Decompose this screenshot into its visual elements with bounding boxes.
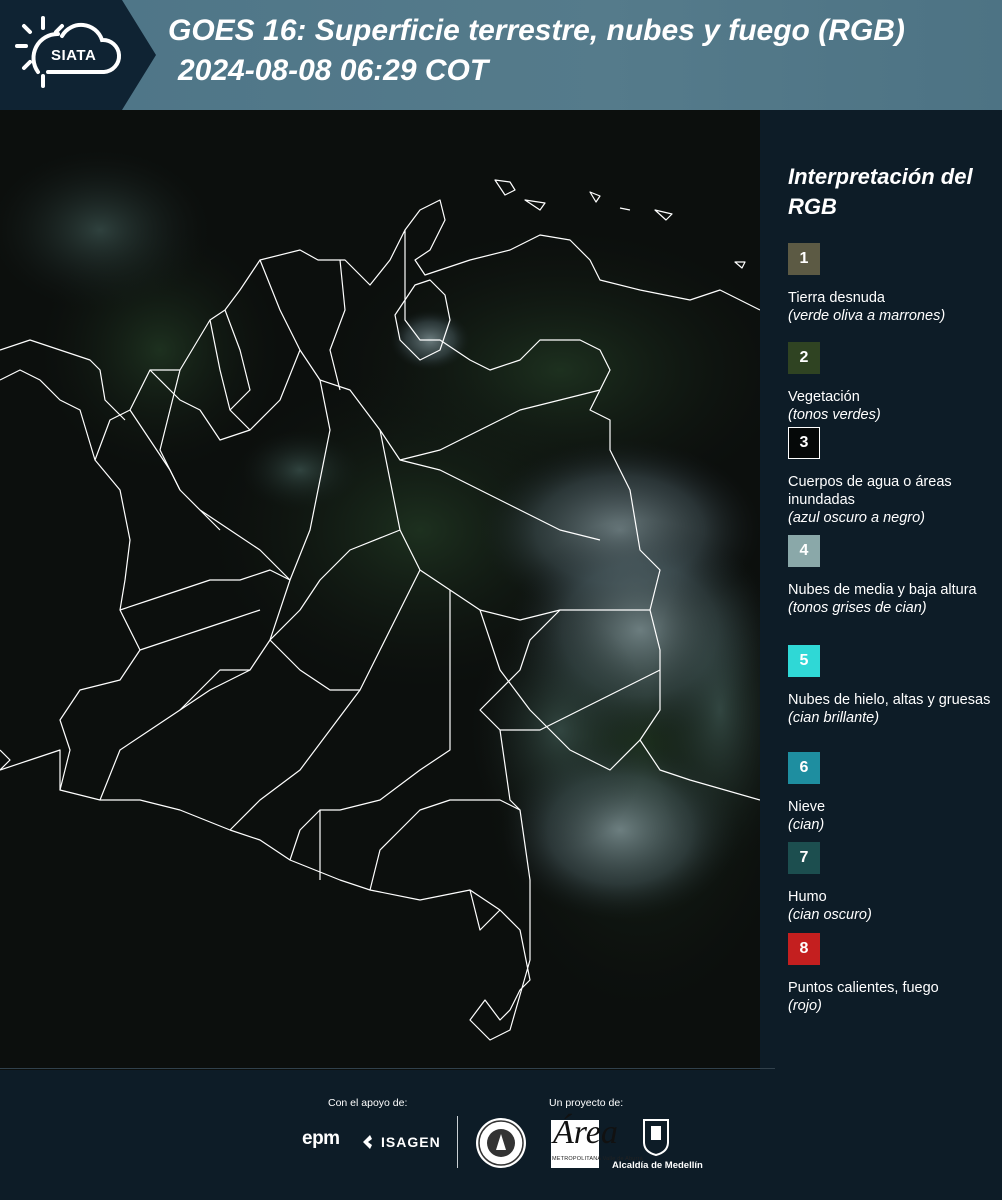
legend-panel: Interpretación del RGB 1 Tierra desnuda (v…	[770, 110, 1002, 1068]
legend-label: Vegetación	[788, 389, 860, 405]
legend-sublabel: (verde oliva a marrones)	[788, 308, 946, 324]
legend-swatch: 1	[788, 243, 820, 275]
legend-label: Nubes de media y baja altura	[788, 582, 977, 598]
header: SIATA GOES 16: Superficie terrestre, nub…	[0, 0, 1002, 110]
legend-item: 2 Vegetación (tonos verdes)	[788, 342, 998, 424]
legend-sublabel: (tonos verdes)	[788, 407, 881, 423]
legend-item: 1 Tierra desnuda (verde oliva a marrones)	[788, 243, 998, 325]
isagen-logo: ISAGEN	[381, 1134, 441, 1150]
page-timestamp: 2024-08-08 06:29 COT	[178, 54, 489, 87]
legend-item: 4 Nubes de media y baja altura (tonos gris…	[788, 535, 998, 617]
legend-sublabel: (cian)	[788, 817, 825, 833]
isagen-logo-icon	[363, 1135, 372, 1149]
legend-swatch: 3	[788, 427, 820, 459]
legend-item: 3 Cuerpos de agua o áreas inundadas (azul …	[788, 427, 998, 527]
legend-item: 7 Humo (cian oscuro)	[788, 842, 998, 924]
footer-divider	[0, 1068, 775, 1069]
legend-sublabel: (azul oscuro a negro)	[788, 510, 926, 526]
municipal-seal-icon	[476, 1118, 526, 1168]
legend-swatch: 8	[788, 933, 820, 965]
alcaldia-medellin-logo: Alcaldía de Medellín	[612, 1160, 703, 1171]
legend-swatch: 2	[788, 342, 820, 374]
satellite-map[interactable]	[0, 110, 760, 1070]
legend-swatch: 4	[788, 535, 820, 567]
legend-label: Cuerpos de agua o áreas inundadas	[788, 474, 952, 508]
footer-separator	[457, 1116, 458, 1168]
legend-item: 5 Nubes de hielo, altas y gruesas (cian br…	[788, 645, 998, 727]
legend-sublabel: (cian brillante)	[788, 710, 880, 726]
epm-logo: epm	[302, 1128, 340, 1149]
legend-sublabel: (rojo)	[788, 998, 822, 1014]
project-caption: Un proyecto de:	[549, 1097, 624, 1109]
siata-logo-text: SIATA	[51, 47, 97, 64]
page-title: GOES 16: Superficie terrestre, nubes y f…	[168, 14, 905, 47]
legend-label: Humo	[788, 889, 827, 905]
support-caption: Con el apoyo de:	[328, 1097, 408, 1109]
legend-swatch: 7	[788, 842, 820, 874]
legend-sublabel: (cian oscuro)	[788, 907, 872, 923]
legend-label: Nieve	[788, 799, 826, 815]
alcaldia-shield-icon	[643, 1119, 669, 1156]
legend-item: 8 Puntos calientes, fuego (rojo)	[788, 933, 998, 1015]
legend-item: 6 Nieve (cian)	[788, 752, 998, 834]
legend-label: Puntos calientes, fuego	[788, 980, 939, 996]
legend-swatch: 5	[788, 645, 820, 677]
legend-title: Interpretación del RGB	[788, 164, 973, 219]
legend-sublabel: (tonos grises de cian)	[788, 600, 927, 616]
legend-swatch: 6	[788, 752, 820, 784]
area-metropolitana-logo-text: Área	[553, 1114, 618, 1151]
legend-label: Nubes de hielo, altas y gruesas	[788, 692, 991, 708]
legend-label: Tierra desnuda	[788, 290, 885, 306]
